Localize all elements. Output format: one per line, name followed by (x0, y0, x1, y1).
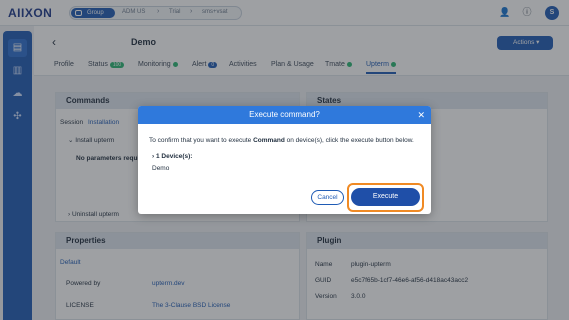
msg-post: on device(s), click the execute button b… (284, 137, 414, 144)
dialog-title: Execute command? (249, 110, 320, 119)
devices-toggle[interactable]: › 1 Device(s): (152, 153, 192, 160)
confirm-message: To confirm that you want to execute Comm… (149, 137, 414, 144)
dialog-header: Execute command? ✕ (138, 106, 431, 124)
devices-label: 1 Device(s): (155, 153, 193, 160)
msg-pre: To confirm that you want to execute (149, 137, 254, 144)
close-icon[interactable]: ✕ (417, 106, 425, 124)
cancel-button[interactable]: Cancel (311, 190, 344, 205)
execute-button[interactable]: Execute (351, 188, 420, 206)
execute-command-dialog: Execute command? ✕ To confirm that you w… (138, 106, 431, 214)
msg-command: Command (253, 137, 285, 144)
device-name: Demo (152, 165, 170, 172)
